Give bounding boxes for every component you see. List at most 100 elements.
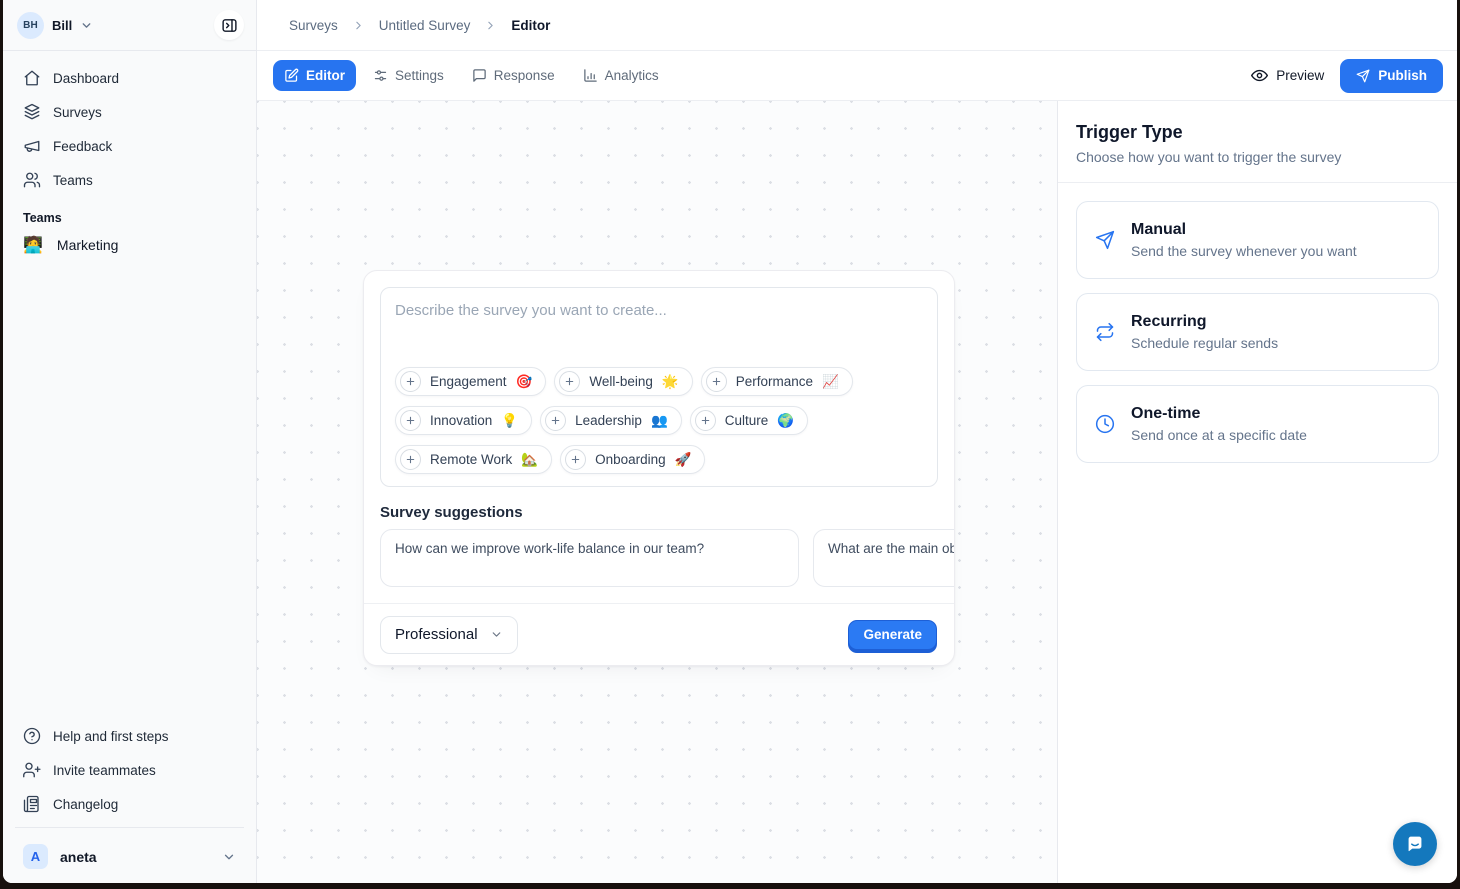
preview-button[interactable]: Preview — [1241, 59, 1334, 92]
chip-label: Remote Work — [430, 452, 512, 467]
chevron-right-icon — [484, 19, 497, 32]
suggestions-row: How can we improve work-life balance in … — [380, 529, 954, 587]
chevron-right-icon — [352, 19, 365, 32]
breadcrumb-item-untitled-survey[interactable]: Untitled Survey — [379, 18, 471, 33]
sidebar-item-label: Feedback — [53, 139, 112, 154]
send-icon — [1356, 69, 1370, 83]
trigger-option-one-time[interactable]: One-time Send once at a specific date — [1076, 385, 1439, 463]
tab-response[interactable]: Response — [461, 60, 566, 91]
generate-button[interactable]: Generate — [848, 620, 937, 650]
user-avatar: A — [23, 844, 48, 869]
trigger-option-description: Send once at a specific date — [1131, 425, 1307, 445]
chevron-down-icon — [490, 628, 503, 641]
editor-canvas[interactable]: Engagement 🎯 Well-being 🌟 Performance — [257, 101, 1057, 883]
main-column: Surveys Untitled Survey Editor Editor — [257, 0, 1457, 883]
content-area: Engagement 🎯 Well-being 🌟 Performance — [257, 101, 1457, 883]
newspaper-icon — [23, 795, 41, 813]
chip-leadership[interactable]: Leadership 👥 — [540, 406, 682, 435]
chat-bubble-icon — [472, 68, 487, 83]
tone-select[interactable]: Professional — [380, 616, 518, 654]
sidebar-item-invite[interactable]: Invite teammates — [13, 755, 246, 785]
workspace-avatar[interactable]: BH — [17, 12, 44, 39]
sidebar-item-surveys[interactable]: Surveys — [13, 97, 246, 127]
plus-icon — [559, 371, 580, 392]
team-name: Marketing — [57, 237, 118, 253]
chip-emoji: 👥 — [651, 413, 668, 429]
sidebar-item-help[interactable]: Help and first steps — [13, 721, 246, 751]
trigger-option-text: One-time Send once at a specific date — [1131, 403, 1307, 445]
plus-icon — [400, 371, 421, 392]
chip-remote-work[interactable]: Remote Work 🏡 — [395, 445, 552, 474]
plus-icon — [400, 449, 421, 470]
chip-engagement[interactable]: Engagement 🎯 — [395, 367, 546, 396]
trigger-option-text: Recurring Schedule regular sends — [1131, 311, 1278, 353]
plus-icon — [545, 410, 566, 431]
tone-select-value: Professional — [395, 626, 478, 643]
chip-innovation[interactable]: Innovation 💡 — [395, 406, 532, 435]
sliders-icon — [373, 68, 388, 83]
chip-emoji: 🌟 — [662, 374, 679, 390]
divider — [15, 827, 244, 828]
send-icon — [1095, 230, 1115, 250]
chip-emoji: 🌍 — [777, 413, 794, 429]
trigger-option-manual[interactable]: Manual Send the survey whenever you want — [1076, 201, 1439, 279]
survey-description-input[interactable] — [395, 302, 923, 367]
chip-emoji: 📈 — [822, 374, 839, 390]
eye-icon — [1251, 67, 1268, 84]
chip-label: Engagement — [430, 374, 507, 389]
publish-label: Publish — [1378, 68, 1427, 83]
repeat-icon — [1095, 322, 1115, 342]
breadcrumb-item-editor: Editor — [511, 18, 550, 33]
composer-footer: Professional Generate — [364, 603, 954, 665]
chip-onboarding[interactable]: Onboarding 🚀 — [560, 445, 705, 474]
chat-launcher-button[interactable] — [1393, 822, 1437, 866]
suggestion-card[interactable]: What are the main ob — [813, 529, 954, 587]
trigger-option-title: Recurring — [1131, 311, 1278, 333]
chip-performance[interactable]: Performance 📈 — [701, 367, 853, 396]
sidebar-nav: Dashboard Surveys Feedback Teams — [3, 51, 256, 261]
sidebar-item-feedback[interactable]: Feedback — [13, 131, 246, 161]
tab-settings[interactable]: Settings — [362, 60, 455, 91]
trigger-option-title: Manual — [1131, 219, 1357, 241]
sidebar-toggle-button[interactable] — [214, 10, 244, 40]
panel-title: Trigger Type — [1076, 122, 1439, 143]
sidebar-item-label: Help and first steps — [53, 729, 169, 744]
chip-emoji: 💡 — [501, 413, 518, 429]
sidebar-item-team-marketing[interactable]: 🧑‍💻 Marketing — [13, 229, 246, 261]
preview-label: Preview — [1276, 68, 1324, 83]
trigger-option-title: One-time — [1131, 403, 1307, 425]
users-icon — [23, 171, 41, 189]
chevron-down-icon — [80, 19, 93, 32]
teams-section-label: Teams — [13, 199, 246, 229]
chip-culture[interactable]: Culture 🌍 — [690, 406, 808, 435]
tab-label: Editor — [306, 68, 345, 83]
sidebar-item-teams[interactable]: Teams — [13, 165, 246, 195]
chip-label: Culture — [725, 413, 769, 428]
plus-icon — [695, 410, 716, 431]
trigger-option-text: Manual Send the survey whenever you want — [1131, 219, 1357, 261]
panel-subtitle: Choose how you want to trigger the surve… — [1076, 149, 1439, 165]
sidebar-footer: Help and first steps Invite teammates Ch… — [3, 713, 256, 883]
sidebar-item-dashboard[interactable]: Dashboard — [13, 63, 246, 93]
sidebar-item-changelog[interactable]: Changelog — [13, 789, 246, 819]
user-name: aneta — [60, 849, 97, 865]
user-menu[interactable]: A aneta — [13, 836, 246, 883]
breadcrumb-item-surveys[interactable]: Surveys — [289, 18, 338, 33]
chip-label: Well-being — [589, 374, 653, 389]
suggestion-card[interactable]: How can we improve work-life balance in … — [380, 529, 799, 587]
prompt-box: Engagement 🎯 Well-being 🌟 Performance — [380, 287, 938, 487]
tab-editor[interactable]: Editor — [273, 60, 356, 91]
trigger-option-description: Send the survey whenever you want — [1131, 241, 1357, 261]
workspace-name[interactable]: Bill — [52, 18, 72, 33]
chip-well-being[interactable]: Well-being 🌟 — [554, 367, 692, 396]
chip-label: Onboarding — [595, 452, 666, 467]
tab-analytics[interactable]: Analytics — [572, 60, 670, 91]
sidebar-item-label: Surveys — [53, 105, 102, 120]
trigger-option-recurring[interactable]: Recurring Schedule regular sends — [1076, 293, 1439, 371]
user-plus-icon — [23, 761, 41, 779]
home-icon — [23, 69, 41, 87]
publish-button[interactable]: Publish — [1340, 59, 1443, 93]
edit-icon — [284, 68, 299, 83]
chevron-down-icon — [222, 850, 236, 864]
chat-smile-icon — [1404, 833, 1426, 855]
